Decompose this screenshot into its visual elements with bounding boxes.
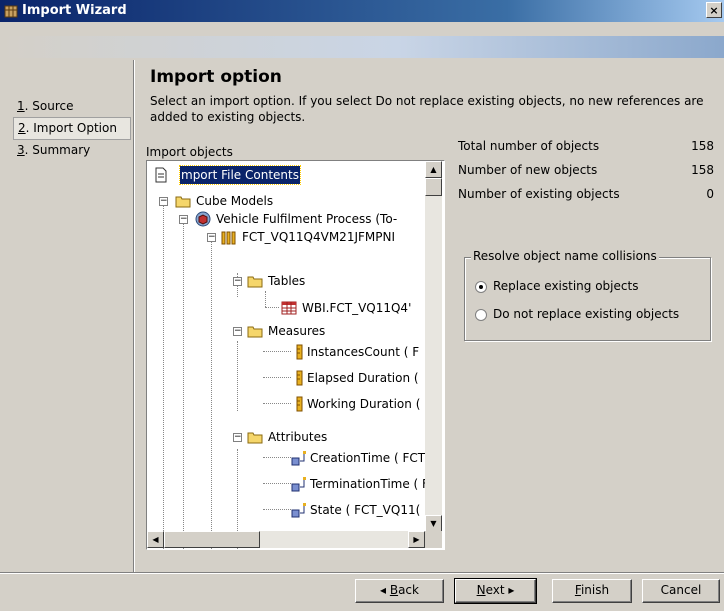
horizontal-scroll-thumb[interactable]	[164, 531, 260, 548]
step-source[interactable]: 1. Source	[13, 96, 131, 117]
folder-icon	[247, 276, 263, 288]
import-objects-tree[interactable]: mport File Contents − Cube Models − Vehi…	[146, 160, 445, 550]
collapse-icon[interactable]: −	[179, 215, 188, 224]
next-button[interactable]: Next ▸	[454, 578, 537, 604]
attribute-icon	[291, 451, 306, 466]
cube-model-icon	[195, 211, 211, 227]
wizard-steps: 1. Source 2. Import Option 3. Summary	[13, 96, 131, 161]
back-button[interactable]: ◂ Back	[355, 579, 444, 603]
table-icon	[281, 301, 297, 315]
tree-horizontal-scrollbar[interactable]: ◀ ▶	[147, 531, 425, 548]
tree-vertical-scrollbar[interactable]: ▲ ▼	[425, 161, 442, 532]
radio-unselected-icon	[475, 308, 487, 321]
page-description: Select an import option. If you select D…	[150, 94, 704, 124]
nav-divider	[133, 60, 135, 572]
collapse-icon[interactable]: −	[159, 197, 168, 206]
finish-button[interactable]: Finish	[552, 579, 632, 603]
collapse-icon[interactable]: −	[233, 277, 242, 286]
folder-icon	[247, 432, 263, 444]
collision-group-label: Resolve object name collisions	[471, 249, 659, 263]
document-icon	[155, 167, 167, 183]
radio-selected-icon	[475, 280, 487, 293]
folder-icon	[247, 326, 263, 338]
scroll-corner	[425, 531, 442, 548]
collapse-icon[interactable]: −	[207, 233, 216, 242]
stat-total: Total number of objects 158	[458, 139, 714, 153]
stat-new: Number of new objects 158	[458, 163, 714, 177]
attribute-icon	[291, 503, 306, 518]
cancel-button[interactable]: Cancel	[642, 579, 720, 603]
title-bar: Import Wizard ×	[0, 0, 724, 22]
button-bar-divider	[0, 572, 724, 574]
collapse-icon[interactable]: −	[233, 433, 242, 442]
collision-options-group: Resolve object name collisions Replace e…	[464, 249, 711, 341]
import-objects-label: Import objects	[146, 145, 233, 159]
attribute-icon	[291, 477, 306, 492]
close-button[interactable]: ×	[706, 2, 722, 18]
replace-existing-radio[interactable]: Replace existing objects	[475, 277, 638, 295]
do-not-replace-radio[interactable]: Do not replace existing objects	[475, 305, 679, 323]
scroll-down-icon[interactable]: ▼	[425, 515, 442, 532]
facts-icon	[221, 231, 236, 245]
stat-existing: Number of existing objects 0	[458, 187, 714, 201]
page-title: Import option	[150, 67, 282, 87]
step-import-option[interactable]: 2. Import Option	[13, 117, 131, 140]
wizard-cube-icon	[4, 5, 18, 18]
scroll-left-icon[interactable]: ◀	[147, 531, 164, 548]
collapse-icon[interactable]: −	[233, 327, 242, 336]
wizard-banner	[0, 36, 724, 58]
tree-label-root: mport File Contents	[179, 165, 301, 185]
step-summary[interactable]: 3. Summary	[13, 140, 131, 161]
folder-icon	[175, 196, 191, 208]
vertical-scroll-thumb[interactable]	[425, 178, 442, 196]
scroll-right-icon[interactable]: ▶	[408, 531, 425, 548]
scroll-up-icon[interactable]: ▲	[425, 161, 442, 178]
object-statistics: Total number of objects 158 Number of new…	[458, 134, 714, 206]
window-title: Import Wizard	[22, 3, 127, 18]
